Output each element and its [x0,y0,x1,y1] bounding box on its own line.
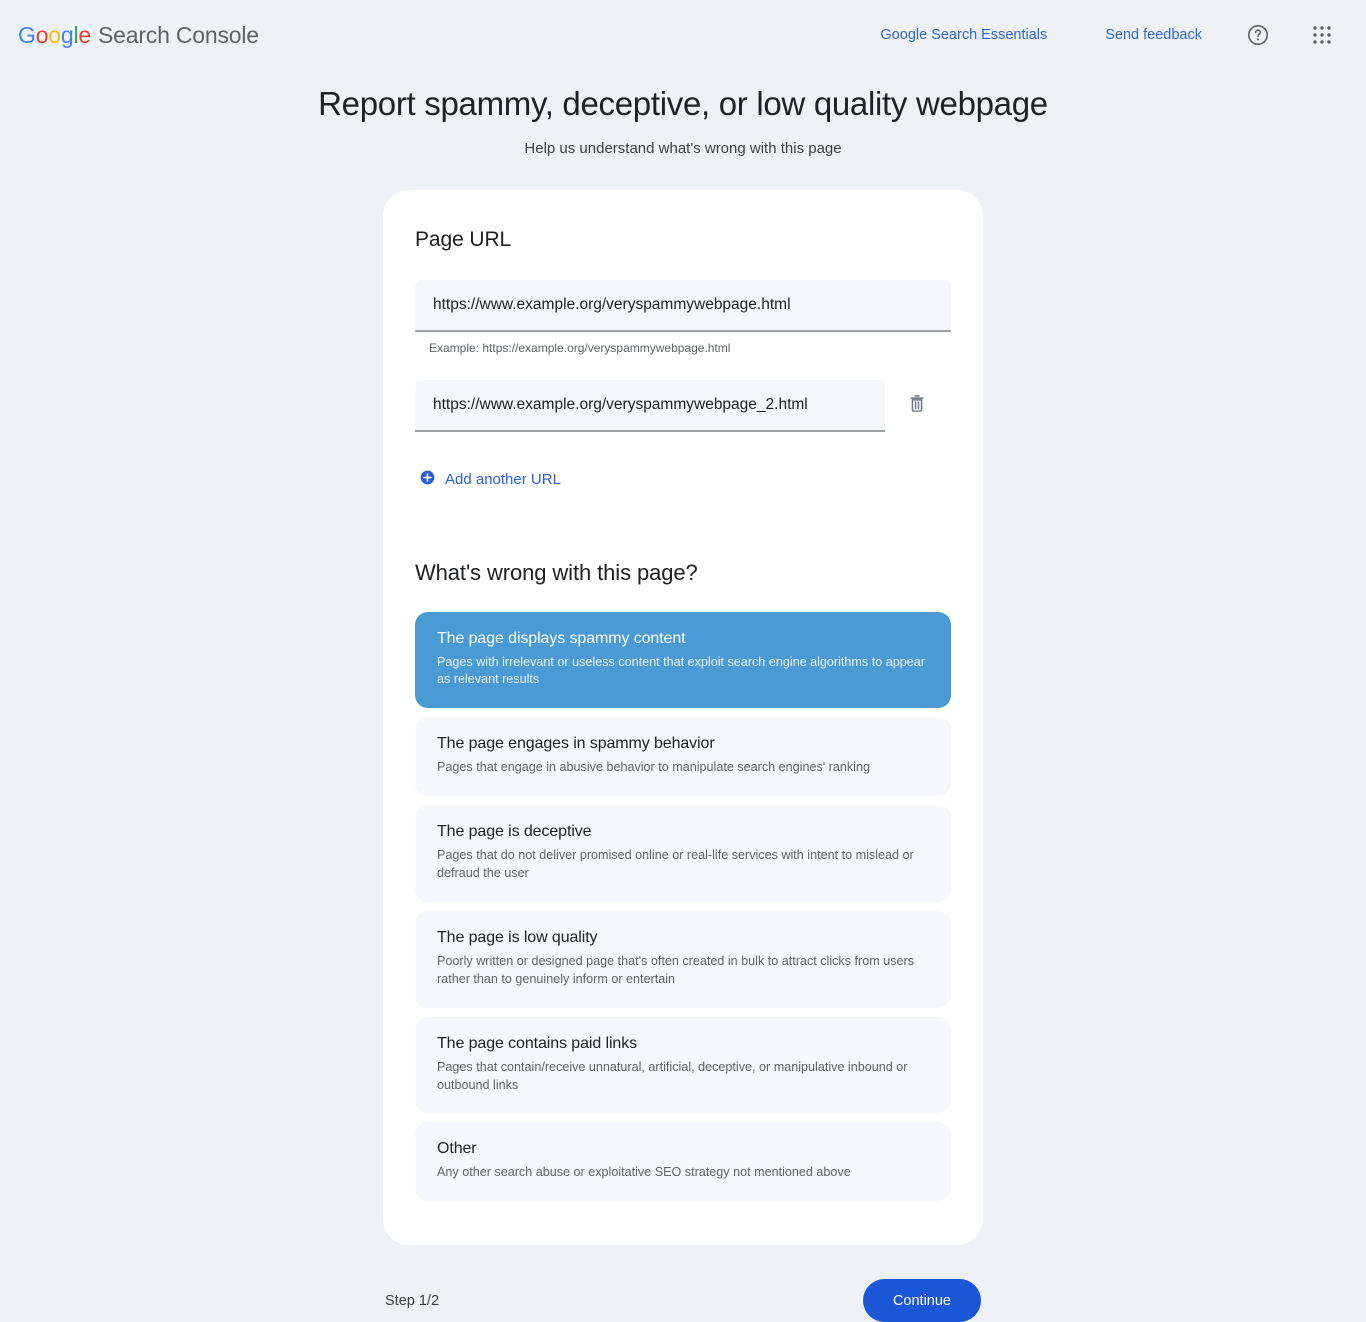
logo-letter-g2: g [60,21,74,48]
option-title: The page engages in spammy behavior [437,735,715,753]
apps-grid-icon [1311,24,1333,46]
logo-letter-e: e [78,21,91,48]
issue-options-list: The page displays spammy content Pages w… [415,611,951,1202]
add-another-url-label: Add another URL [445,471,561,489]
issue-option-spammy-content[interactable]: The page displays spammy content Pages w… [415,611,951,709]
url-row-2 [415,379,951,432]
option-title: Other [437,1140,477,1158]
issue-option-low-quality[interactable]: The page is low quality Poorly written o… [415,910,951,1008]
product-name: Search Console [98,21,259,48]
add-another-url-button[interactable]: Add another URL [420,470,561,490]
help-circle-icon [1246,23,1270,47]
option-description: Pages that contain/receive unnatural, ar… [437,1059,908,1092]
google-wordmark: Google [18,21,91,48]
delete-url-button[interactable] [897,386,937,426]
logo-letter-o1: o [35,21,49,48]
continue-button[interactable]: Continue [862,1279,981,1322]
page-subtitle: Help us understand what's wrong with thi… [524,139,842,157]
page-title: Report spammy, deceptive, or low quality… [318,85,1048,122]
option-title: The page displays spammy content [437,629,686,647]
option-title: The page contains paid links [437,1034,637,1052]
option-title: The page is low quality [437,928,598,946]
issue-option-other[interactable]: Other Any other search abuse or exploita… [415,1122,951,1202]
logo-letter-o2: o [48,21,61,48]
issue-section-title: What's wrong with this page? [415,559,698,585]
option-title: The page is deceptive [437,823,592,841]
option-description: Any other search abuse or exploitative S… [437,1165,851,1180]
form-footer: Step 1/2 Continue [383,1279,983,1322]
help-button[interactable] [1238,15,1278,55]
issue-option-deceptive[interactable]: The page is deceptive Pages that do not … [415,805,951,902]
option-description: Pages with irrelevant or useless content… [437,654,925,687]
option-description: Poorly written or designed page that's o… [437,953,915,986]
report-form-card: Page URL Example: https://example.org/ve… [383,189,983,1246]
issue-option-paid-links[interactable]: The page contains paid links Pages that … [415,1016,951,1114]
top-bar: Google Search Console Google Search Esse… [0,0,1366,70]
option-description: Pages that engage in abusive behavior to… [437,760,870,775]
page-url-input-2[interactable] [415,379,885,432]
nav-link-google-search-essentials[interactable]: Google Search Essentials [868,19,1059,51]
option-description: Pages that do not deliver promised onlin… [437,848,914,881]
google-search-console-logo[interactable]: Google Search Console [18,21,259,48]
nav-link-send-feedback[interactable]: Send feedback [1093,19,1214,51]
top-bar-actions: Google Search Essentials Send feedback [868,15,1342,55]
logo-letter-g1: G [18,21,36,48]
step-indicator: Step 1/2 [385,1292,440,1309]
page-url-section-title: Page URL [415,227,512,251]
plus-circle-icon [420,470,435,490]
url-row-1 [415,279,951,332]
google-apps-button[interactable] [1302,15,1342,55]
page-url-input-1[interactable] [415,279,951,332]
trash-icon [906,392,928,419]
page-url-hint: Example: https://example.org/veryspammyw… [429,340,731,355]
issue-option-spammy-behavior[interactable]: The page engages in spammy behavior Page… [415,717,951,797]
